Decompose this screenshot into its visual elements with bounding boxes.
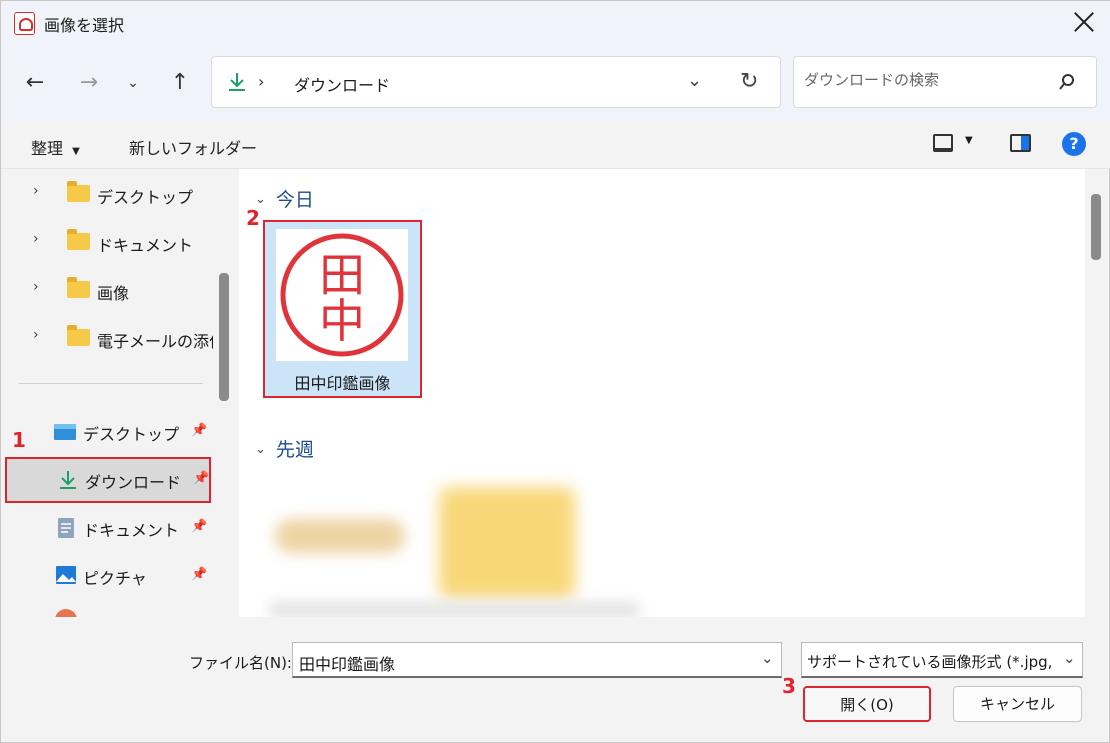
- seal-char-2: 中: [319, 294, 365, 348]
- organize-label: 整理: [31, 139, 64, 158]
- command-bar: 整理 ▼ 新しいフォルダー ▼ ?: [1, 121, 1110, 169]
- folder-icon: [67, 229, 90, 250]
- folder-icon: [67, 277, 90, 298]
- title-bar: 画像を選択: [1, 1, 1110, 45]
- quick-access-downloads[interactable]: ダウンロード 📌: [5, 457, 211, 503]
- tree-item-documents[interactable]: › ドキュメント: [3, 221, 213, 261]
- download-icon: [60, 471, 76, 489]
- pin-icon[interactable]: 📌: [191, 423, 207, 439]
- quick-access-label: デスクトップ: [83, 425, 180, 444]
- step-number-1: 1: [12, 428, 26, 452]
- chevron-down-icon[interactable]: ⌄: [1063, 649, 1076, 667]
- quick-access-label: ピクチャ: [83, 569, 147, 588]
- organize-menu[interactable]: 整理 ▼: [31, 135, 80, 159]
- tree-item-desktop[interactable]: › デスクトップ: [3, 173, 213, 213]
- sidebar-scrollbar[interactable]: [219, 273, 229, 401]
- quick-access-label: ドキュメント: [83, 521, 180, 540]
- collapse-chevron-icon[interactable]: ⌄: [255, 442, 266, 457]
- breadcrumb-current[interactable]: ダウンロード: [294, 72, 390, 96]
- expand-chevron-icon[interactable]: ›: [33, 183, 39, 199]
- navigation-bar: ← → ⌄ ↑ › ダウンロード ⌄ ↻: [1, 45, 1110, 121]
- up-arrow-icon[interactable]: ↑: [166, 69, 194, 97]
- download-icon: [229, 73, 245, 91]
- group-header-last-week[interactable]: ⌄ 先週: [255, 435, 314, 462]
- group-header-today[interactable]: ⌄ 今日: [255, 185, 314, 212]
- file-item-selected[interactable]: 田 中 田中印鑑画像: [263, 220, 422, 398]
- quick-access-desktop[interactable]: デスクトップ 📌: [3, 409, 213, 455]
- filetype-select[interactable]: サポートされている画像形式 (*.jpg, ⌄: [801, 642, 1083, 678]
- back-arrow-icon[interactable]: ←: [21, 69, 49, 97]
- expand-chevron-icon[interactable]: ›: [33, 327, 39, 343]
- address-dropdown-icon[interactable]: ⌄: [687, 70, 702, 91]
- blurred-folder-thumbnail[interactable]: [439, 487, 575, 599]
- recent-locations-chevron-icon[interactable]: ⌄: [119, 69, 147, 97]
- filename-input[interactable]: 田中印鑑画像 ⌄: [292, 642, 782, 678]
- search-box[interactable]: [793, 56, 1097, 108]
- search-icon[interactable]: [1058, 73, 1076, 91]
- open-button[interactable]: 開く(O): [803, 686, 931, 722]
- blurred-file-thumbnail[interactable]: [275, 519, 405, 553]
- chevron-down-icon[interactable]: ⌄: [761, 649, 774, 667]
- blurred-file-labels: [269, 601, 639, 617]
- quick-access-pictures[interactable]: ピクチャ 📌: [3, 553, 213, 599]
- pin-icon[interactable]: 📌: [193, 471, 209, 487]
- quick-access-documents[interactable]: ドキュメント 📌: [3, 505, 213, 551]
- content-scrollbar[interactable]: [1091, 194, 1101, 260]
- file-thumbnail: 田 中: [276, 229, 408, 361]
- step-number-3: 3: [782, 674, 796, 698]
- help-icon[interactable]: ?: [1062, 132, 1086, 156]
- breadcrumb-separator-icon: ›: [258, 72, 265, 91]
- pin-icon[interactable]: 📌: [191, 519, 207, 535]
- close-icon[interactable]: [1073, 11, 1095, 33]
- folder-icon: [67, 181, 90, 202]
- file-list: ⌄ 今日 田 中 田中印鑑画像 ⌄ 先週: [239, 169, 1085, 617]
- view-caret-icon[interactable]: ▼: [965, 135, 973, 146]
- refresh-icon[interactable]: ↻: [740, 69, 758, 94]
- tree-item-email-attachments[interactable]: › 電子メールの添付: [3, 317, 213, 357]
- desktop-icon: [54, 424, 76, 440]
- step-number-2: 2: [246, 206, 260, 230]
- tree-item-images[interactable]: › 画像: [3, 269, 213, 309]
- file-name: 田中印鑑画像: [294, 374, 391, 393]
- expand-chevron-icon[interactable]: ›: [33, 231, 39, 247]
- expand-chevron-icon[interactable]: ›: [33, 279, 39, 295]
- tree-item-label: ドキュメント: [97, 236, 194, 255]
- group-label: 今日: [275, 189, 314, 211]
- collapse-chevron-icon[interactable]: ⌄: [255, 192, 266, 207]
- caret-down-icon: ▼: [72, 146, 80, 157]
- tree-item-label: 電子メールの添付: [97, 332, 213, 351]
- filetype-value: サポートされている画像形式 (*.jpg,: [807, 653, 1053, 671]
- view-mode-icon[interactable]: [933, 134, 953, 152]
- address-bar[interactable]: › ダウンロード ⌄ ↻: [211, 56, 781, 108]
- filename-value: 田中印鑑画像: [299, 655, 396, 674]
- pin-icon[interactable]: 📌: [191, 567, 207, 583]
- folder-icon: [67, 325, 90, 346]
- window-title: 画像を選択: [44, 16, 125, 35]
- navigation-pane: › デスクトップ › ドキュメント › 画像 › 電子メールの添付 デスクトップ: [3, 169, 213, 617]
- sidebar-divider: [19, 383, 203, 384]
- tree-item-label: デスクトップ: [97, 188, 194, 207]
- file-open-dialog: 画像を選択 ← → ⌄ ↑ › ダウンロード ⌄ ↻ 整理: [0, 0, 1110, 743]
- tree-item-label: 画像: [97, 284, 130, 303]
- preview-pane-icon[interactable]: [1010, 134, 1031, 152]
- document-icon: [58, 518, 74, 538]
- picture-icon: [56, 566, 76, 584]
- quick-access-label: ダウンロード: [85, 473, 182, 492]
- acrobat-app-icon: [14, 12, 35, 35]
- forward-arrow-icon[interactable]: →: [75, 69, 103, 97]
- new-folder-button[interactable]: 新しいフォルダー: [129, 135, 257, 159]
- user-avatar-icon: [55, 609, 77, 617]
- group-label: 先週: [275, 439, 314, 461]
- search-input[interactable]: [804, 71, 1044, 89]
- cancel-button[interactable]: キャンセル: [953, 686, 1082, 722]
- filename-label: ファイル名(N):: [189, 654, 292, 672]
- hanko-seal-image: 田 中: [280, 233, 404, 357]
